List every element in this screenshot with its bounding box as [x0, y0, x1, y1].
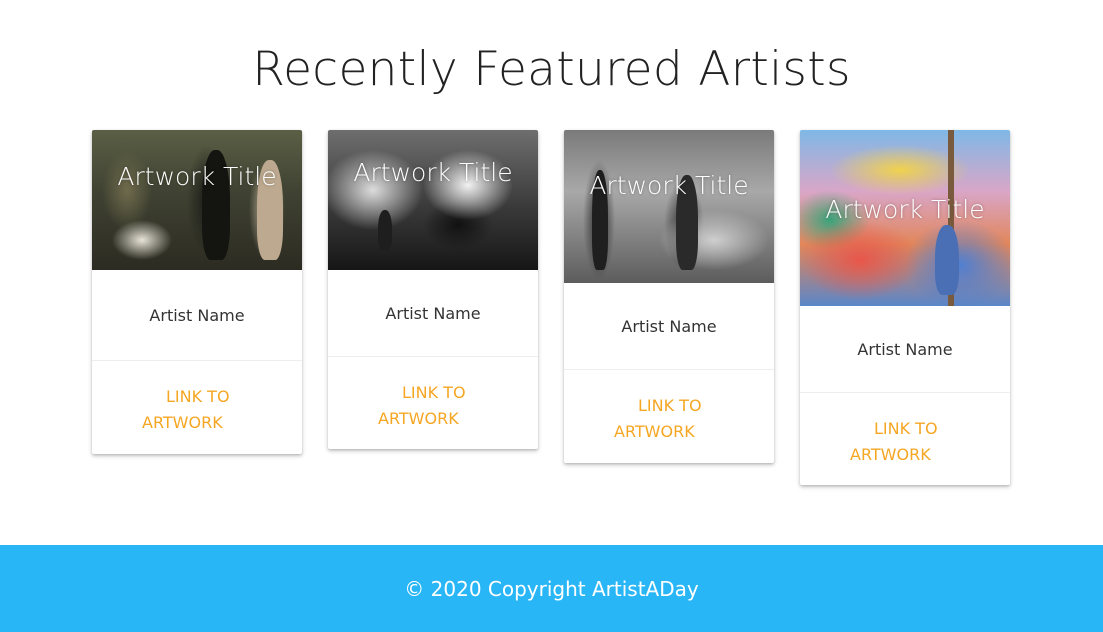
artist-card: Artwork Title Artist Name LINK TO ARTWOR… — [564, 130, 774, 463]
card-action: LINK TO ARTWORK — [800, 393, 1010, 485]
artist-name: Artist Name — [564, 283, 774, 370]
artwork-image: Artwork Title — [564, 130, 774, 283]
artwork-title: Artwork Title — [353, 158, 513, 187]
artist-card: Artwork Title Artist Name LINK TO ARTWOR… — [800, 130, 1010, 485]
artwork-title: Artwork Title — [117, 162, 277, 191]
artist-name: Artist Name — [800, 306, 1010, 393]
page-title: Recently Featured Artists — [252, 42, 851, 97]
artwork-figure — [378, 210, 392, 250]
artist-card: Artwork Title Artist Name LINK TO ARTWOR… — [328, 130, 538, 449]
page: Recently Featured Artists Artwork Title … — [0, 0, 1103, 632]
copyright-text: © 2020 Copyright ArtistADay — [404, 576, 699, 601]
artwork-figure — [935, 225, 959, 295]
artwork-link[interactable]: LINK TO ARTWORK — [850, 416, 960, 468]
artwork-link[interactable]: LINK TO ARTWORK — [614, 393, 724, 445]
footer: © 2020 Copyright ArtistADay — [0, 545, 1103, 632]
artwork-image: Artwork Title — [328, 130, 538, 270]
artwork-title: Artwork Title — [589, 171, 749, 200]
artwork-title: Artwork Title — [825, 195, 985, 224]
artwork-link[interactable]: LINK TO ARTWORK — [142, 384, 252, 436]
card-action: LINK TO ARTWORK — [328, 357, 538, 449]
artwork-image: Artwork Title — [800, 130, 1010, 306]
artist-card: Artwork Title Artist Name LINK TO ARTWOR… — [92, 130, 302, 454]
card-action: LINK TO ARTWORK — [92, 361, 302, 454]
artist-name: Artist Name — [328, 270, 538, 357]
card-action: LINK TO ARTWORK — [564, 370, 774, 463]
artwork-link[interactable]: LINK TO ARTWORK — [378, 380, 488, 432]
artist-name: Artist Name — [92, 270, 302, 361]
artwork-image: Artwork Title — [92, 130, 302, 270]
